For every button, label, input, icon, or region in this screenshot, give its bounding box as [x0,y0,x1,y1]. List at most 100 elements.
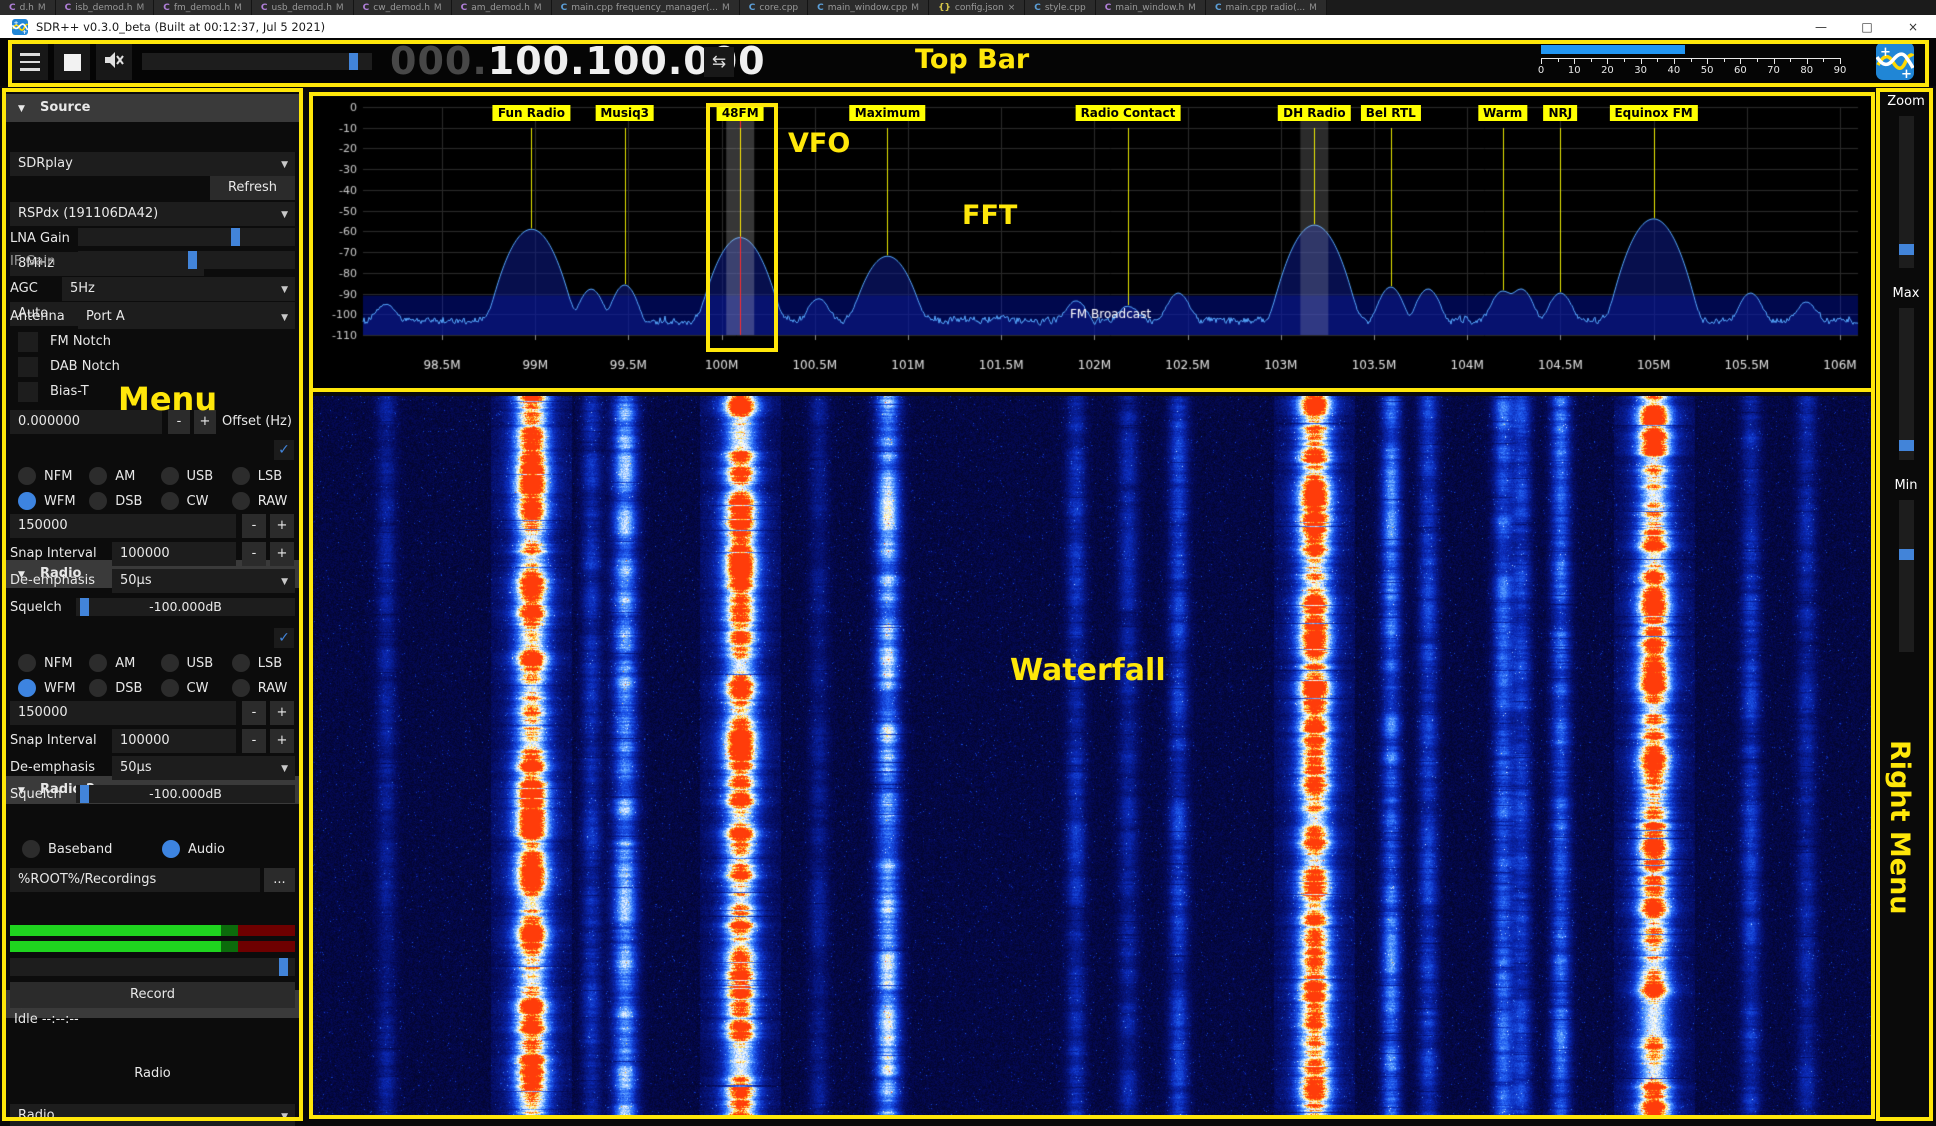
editor-tab[interactable]: Ccore.cpp [740,0,808,15]
mode-cw[interactable]: CW [153,490,224,512]
station-bookmark[interactable]: Fun Radio [493,105,570,121]
source-driver-select[interactable]: SDRplay [10,152,295,176]
zoom-slider[interactable] [1899,116,1914,268]
mode-nfm[interactable]: NFM [10,652,81,674]
snap-minus-button[interactable]: - [242,729,266,753]
agc-select[interactable]: 5Hz [62,277,295,301]
mode-usb[interactable]: USB [153,465,224,487]
if-gain-slider[interactable] [78,251,295,269]
antenna-select[interactable]: Port A [78,305,295,329]
max-slider-handle[interactable] [1899,440,1914,451]
radio2-enabled-checkbox[interactable]: ✓ [274,628,294,648]
station-bookmark[interactable]: Equinox FM [1609,105,1697,121]
snap-plus-button[interactable]: + [270,729,294,753]
max-slider[interactable] [1899,308,1914,460]
min-slider-handle[interactable] [1899,549,1914,560]
mode-wfm[interactable]: WFM [10,677,81,699]
editor-tab[interactable]: Cstyle.cpp [1025,0,1095,15]
min-slider[interactable] [1899,500,1914,652]
bias-t-checkbox[interactable] [18,382,38,402]
zoom-slider-handle[interactable] [1899,244,1914,255]
station-bookmark[interactable]: Musiq3 [595,105,654,121]
recorder-volume-handle[interactable] [279,958,288,976]
editor-tab[interactable]: Cam_demod.hM [452,0,552,15]
editor-tab[interactable]: Cmain_window.hM [1096,0,1206,15]
recorder-volume-slider[interactable] [10,958,295,976]
offset-plus-button[interactable]: + [194,410,216,434]
refresh-button[interactable]: Refresh [210,176,295,200]
mode-dsb[interactable]: DSB [81,677,152,699]
editor-tab[interactable]: Cfm_demod.hM [154,0,252,15]
bw-plus-button[interactable]: + [270,514,294,538]
fm-notch-checkbox[interactable] [18,332,38,352]
radio-bandwidth-input[interactable]: 150000 [10,514,236,538]
bw-minus-button[interactable]: - [242,514,266,538]
mute-button[interactable] [96,44,132,80]
recorder-mode-baseband[interactable]: Baseband [14,840,112,858]
browse-button[interactable]: ... [264,868,295,892]
minimize-button[interactable]: — [1798,15,1844,38]
deemphasis-select[interactable]: 50µs [112,569,295,593]
editor-tab[interactable]: {}config.json× [929,0,1025,15]
recording-path-input[interactable]: %ROOT%/Recordings [10,868,260,892]
source-device-select[interactable]: RSPdx (191106DA42) [10,202,295,226]
mode-raw[interactable]: RAW [224,677,295,699]
dab-notch-checkbox[interactable] [18,357,38,377]
tuning-mode-button[interactable]: ⇆ [704,47,734,77]
bw-plus-button[interactable]: + [270,701,294,725]
station-bookmark[interactable]: 48FM [717,105,764,121]
radio2-bandwidth-input[interactable]: 150000 [10,701,236,725]
station-bookmark[interactable]: NRJ [1544,105,1578,121]
svg-text:+: + [1901,67,1912,80]
mode-dsb[interactable]: DSB [81,490,152,512]
editor-tab[interactable]: Cd.hM [0,0,56,15]
station-bookmark[interactable]: Radio Contact [1076,105,1181,121]
volume-slider[interactable] [142,53,372,70]
mode-cw[interactable]: CW [153,677,224,699]
recorder-stream-select[interactable]: Radio [10,1104,295,1126]
mode-usb[interactable]: USB [153,652,224,674]
mode-wfm[interactable]: WFM [10,490,81,512]
editor-tab[interactable]: Ccw_demod.hM [354,0,452,15]
volume-slider-handle[interactable] [349,53,358,70]
recorder-mode-audio[interactable]: Audio [154,840,225,858]
squelch-slider[interactable]: -100.000dB [76,785,295,803]
deemphasis-select[interactable]: 50µs [112,756,295,780]
snap-minus-button[interactable]: - [242,542,266,566]
menu-button[interactable] [12,44,48,80]
editor-tab[interactable]: Cisb_demod.hM [56,0,155,15]
station-bookmark[interactable]: Maximum [850,105,925,121]
squelch-slider[interactable]: -100.000dB [76,598,295,616]
record-button[interactable]: Record [10,982,295,1008]
close-button[interactable]: × [1890,15,1936,38]
mode-am[interactable]: AM [81,465,152,487]
source-section-header[interactable]: Source [6,94,299,122]
snap-interval-input[interactable]: 100000 [112,542,236,566]
editor-tab[interactable]: Cmain.cpp frequency_manager(...M [552,0,740,15]
editor-tab[interactable]: Cmain.cpp radio(...M [1206,0,1327,15]
snap-plus-button[interactable]: + [270,542,294,566]
mode-nfm[interactable]: NFM [10,465,81,487]
offset-input[interactable]: 0.000000 [10,410,162,434]
bw-minus-button[interactable]: - [242,701,266,725]
mode-lsb[interactable]: LSB [224,465,295,487]
editor-tab[interactable]: Cmain_window.cppM [808,0,929,15]
station-bookmark[interactable]: DH Radio [1278,105,1350,121]
if-gain-handle[interactable] [188,251,197,269]
fft-display[interactable] [311,97,1872,390]
mode-raw[interactable]: RAW [224,490,295,512]
editor-tab[interactable]: Cusb_demod.hM [252,0,354,15]
radio-enabled-checkbox[interactable]: ✓ [274,440,294,460]
snap-interval-input[interactable]: 100000 [112,729,236,753]
offset-minus-button[interactable]: - [168,410,190,434]
tab-close-icon[interactable]: × [1008,3,1016,13]
stop-button[interactable] [54,44,90,80]
mode-lsb[interactable]: LSB [224,652,295,674]
station-bookmark[interactable]: Bel RTL [1361,105,1421,121]
mode-am[interactable]: AM [81,652,152,674]
station-bookmark[interactable]: Warm [1478,105,1527,121]
maximize-button[interactable]: □ [1844,15,1890,38]
lna-gain-slider[interactable] [78,228,295,246]
waterfall-display[interactable] [311,396,1872,1115]
lna-gain-handle[interactable] [231,228,240,246]
